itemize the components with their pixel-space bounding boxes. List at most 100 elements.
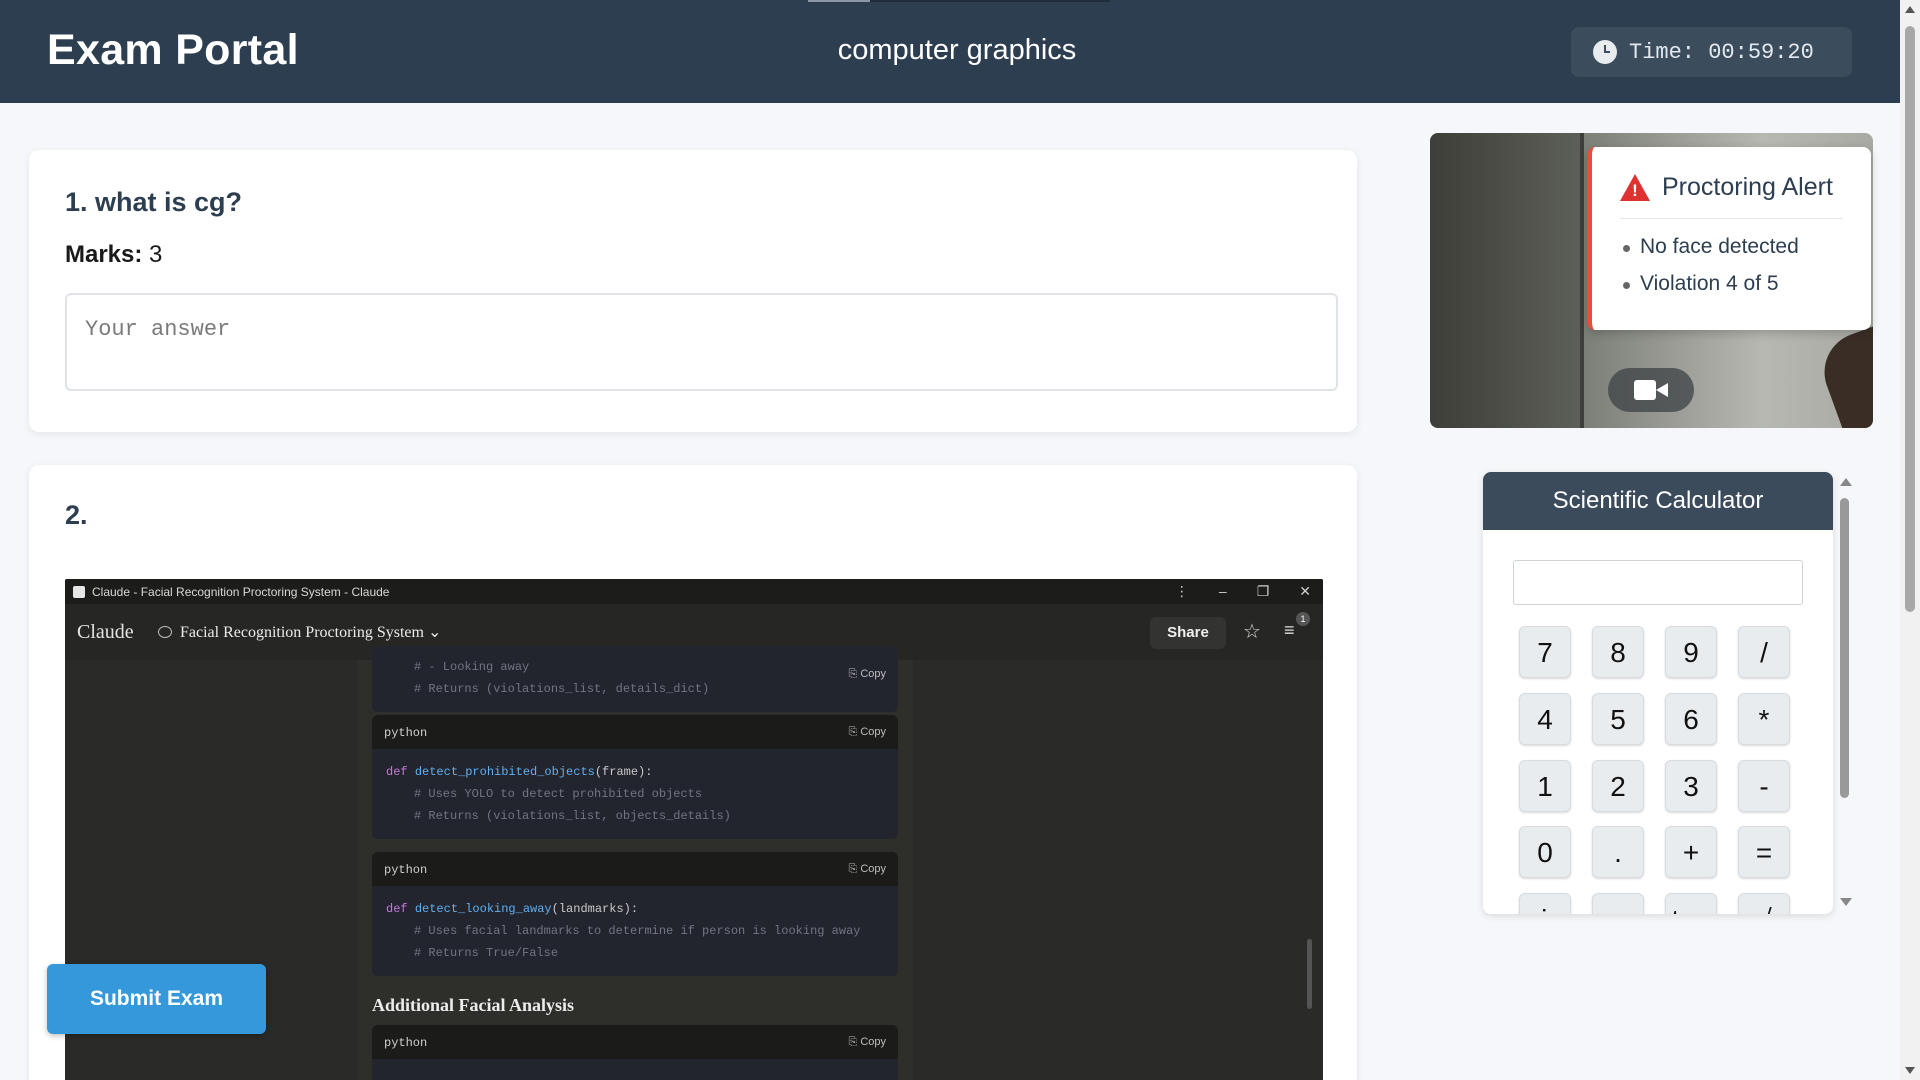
question-card-1: 1. what is cg? Marks: 3 xyxy=(29,150,1357,432)
camera-toggle-button[interactable] xyxy=(1608,368,1694,412)
code-header: python ⎘ Copy xyxy=(372,852,898,886)
calc-key-3[interactable]: 3 xyxy=(1665,760,1717,812)
calc-key-tan[interactable]: tan xyxy=(1665,893,1717,914)
calc-key-5[interactable]: 5 xyxy=(1592,693,1644,745)
code-lang: python xyxy=(384,726,428,740)
code-function: detect_looking_away xyxy=(414,902,552,916)
calc-key-1[interactable]: 1 xyxy=(1519,760,1571,812)
code-lang: python xyxy=(384,863,428,877)
calculator-title: Scientific Calculator xyxy=(1483,472,1833,530)
webcam-shade xyxy=(1430,133,1580,428)
code-comment: # Returns True/False xyxy=(414,946,559,960)
code-args: (frame): xyxy=(594,765,653,779)
calc-key-9[interactable]: 9 xyxy=(1665,626,1717,678)
timer-label: Time: 00:59:20 xyxy=(1629,39,1814,65)
alert-item: No face detected xyxy=(1620,235,1843,259)
settings-sliders-icon: ≡ xyxy=(1284,620,1295,640)
alert-item: Violation 4 of 5 xyxy=(1620,272,1843,296)
embedded-conversation-text: Facial Recognition Proctoring System ⌄ xyxy=(180,624,442,641)
calculator-display[interactable] xyxy=(1513,560,1803,605)
chat-bubble-icon xyxy=(158,626,172,638)
question-marks: Marks: 3 xyxy=(65,241,162,269)
calc-key-equals[interactable]: = xyxy=(1738,826,1790,878)
embedded-section-heading: Additional Facial Analysis xyxy=(372,995,575,1015)
calc-key-6[interactable]: 6 xyxy=(1665,693,1717,745)
code-block: python ⎘ Copy xyxy=(372,1025,898,1080)
submit-exam-button[interactable]: Submit Exam xyxy=(47,964,266,1034)
code-comment: # - Looking away xyxy=(414,660,530,674)
webcam-hand xyxy=(1813,324,1873,428)
calc-key-cos[interactable]: cos xyxy=(1592,893,1644,914)
calc-key-minus[interactable]: - xyxy=(1738,760,1790,812)
code-header: python ⎘ Copy xyxy=(372,1025,898,1059)
calc-key-4[interactable]: 4 xyxy=(1519,693,1571,745)
proctoring-alert: ! Proctoring Alert No face detected Viol… xyxy=(1587,147,1871,330)
calc-key-sqrt[interactable]: √ xyxy=(1738,893,1790,914)
page-scrollbar[interactable] xyxy=(1900,0,1920,1080)
embedded-scrollbar xyxy=(1307,939,1312,1009)
star-icon: ☆ xyxy=(1243,621,1261,643)
embedded-window-title: Claude - Facial Recognition Proctoring S… xyxy=(92,584,390,599)
calculator-scroll-down[interactable] xyxy=(1840,898,1852,906)
question-title: 1. what is cg? xyxy=(65,187,243,217)
code-block: # - Looking away # Returns (violations_l… xyxy=(372,646,898,712)
code-header: python ⎘ Copy xyxy=(372,715,898,749)
scroll-down-arrow[interactable] xyxy=(1905,1067,1915,1074)
exam-timer: Time: 00:59:20 xyxy=(1571,27,1852,77)
embedded-window-titlebar: Claude - Facial Recognition Proctoring S… xyxy=(65,579,1323,604)
code-block: python ⎘ Copy def detect_prohibited_objec… xyxy=(372,715,898,839)
embedded-content: # - Looking away # Returns (violations_l… xyxy=(357,646,913,1080)
scroll-up-arrow[interactable] xyxy=(1905,6,1915,13)
embedded-brand: Claude xyxy=(77,621,134,643)
alert-title: ! Proctoring Alert xyxy=(1620,173,1843,219)
code-copy-button: ⎘ Copy xyxy=(848,726,886,738)
scientific-calculator: Scientific Calculator 7 8 9 / 4 5 6 * 1 … xyxy=(1483,472,1833,914)
code-copy-label: Copy xyxy=(860,726,886,738)
settings-badge: 1 xyxy=(1296,612,1310,626)
header-tab-indicator xyxy=(808,0,1110,2)
code-copy-label: Copy xyxy=(860,668,886,680)
minimize-icon: – xyxy=(1218,583,1227,599)
calc-key-divide[interactable]: / xyxy=(1738,626,1790,678)
answer-textarea[interactable] xyxy=(65,293,1338,391)
claude-logo-icon xyxy=(73,585,85,598)
calc-key-7[interactable]: 7 xyxy=(1519,626,1571,678)
window-controls: ⋮ – ❐ ✕ xyxy=(1175,583,1311,600)
warning-icon: ! xyxy=(1620,174,1650,201)
code-lang: python xyxy=(384,1036,428,1050)
code-keyword: def xyxy=(386,765,408,779)
calculator-scrollbar[interactable] xyxy=(1840,498,1849,798)
calculator-scroll-up[interactable] xyxy=(1840,478,1852,486)
calc-key-sin[interactable]: sin xyxy=(1519,893,1571,914)
code-copy-button: ⎘ Copy xyxy=(848,1036,886,1048)
code-block: python ⎘ Copy def detect_looking_away(lan… xyxy=(372,852,898,976)
calc-key-0[interactable]: 0 xyxy=(1519,826,1571,878)
calc-key-8[interactable]: 8 xyxy=(1592,626,1644,678)
code-copy-label: Copy xyxy=(860,863,886,875)
code-comment: # Uses facial landmarks to determine if … xyxy=(414,924,861,938)
alert-list: No face detected Violation 4 of 5 xyxy=(1620,235,1843,296)
close-icon: ✕ xyxy=(1299,583,1311,599)
top-header: Exam Portal computer graphics Time: 00:5… xyxy=(0,0,1900,103)
calc-key-decimal[interactable]: . xyxy=(1592,826,1644,878)
code-comment: # Uses YOLO to detect prohibited objects xyxy=(414,787,703,801)
marks-label: Marks: xyxy=(65,241,143,268)
code-copy-button: ⎘ Copy xyxy=(848,668,886,680)
more-icon: ⋮ xyxy=(1174,583,1189,599)
calc-key-plus[interactable]: + xyxy=(1665,826,1717,878)
marks-value: 3 xyxy=(149,241,163,268)
calc-key-2[interactable]: 2 xyxy=(1592,760,1644,812)
code-args: (landmarks): xyxy=(551,902,639,916)
code-comment: # Returns (violations_list, details_dict… xyxy=(414,682,710,696)
code-keyword: def xyxy=(386,902,408,916)
clock-icon xyxy=(1593,40,1617,64)
scroll-thumb[interactable] xyxy=(1905,26,1915,612)
embedded-conversation-title: Facial Recognition Proctoring System ⌄ xyxy=(158,622,441,642)
webcam-door-edge xyxy=(1580,133,1584,428)
calc-key-multiply[interactable]: * xyxy=(1738,693,1790,745)
embedded-share-button: Share xyxy=(1150,617,1226,649)
code-copy-label: Copy xyxy=(860,1036,886,1048)
question-title: 2. xyxy=(65,500,88,530)
video-camera-icon xyxy=(1634,380,1668,400)
code-copy-button: ⎘ Copy xyxy=(848,863,886,875)
